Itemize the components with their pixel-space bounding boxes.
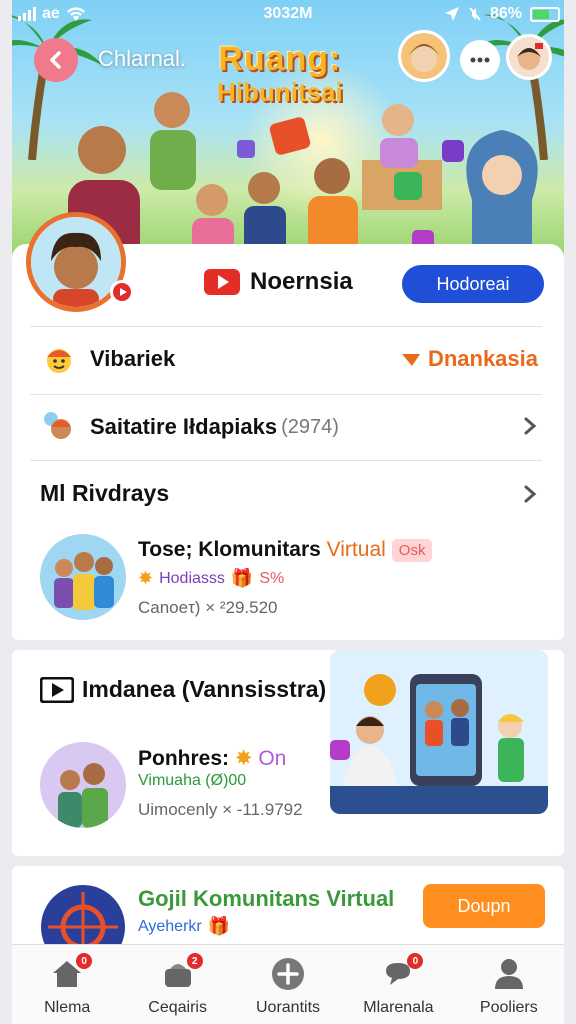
info-row-2-label: Saitatire Iłdapiaks (90, 414, 278, 439)
community-avatar[interactable] (40, 534, 126, 620)
person-icon (494, 959, 523, 989)
join-community-title: Gojil Komunitans Virtual (138, 886, 395, 911)
banner-title: Ruang: Hibunitsai (217, 40, 343, 108)
info-row-2[interactable]: Saitatire Iłdapiaks (2974) (40, 408, 339, 446)
battery-percent: 86% (489, 5, 522, 22)
app-screen: ae 3032M 86% Chlarnal. Ruang: Hibunitsai… (0, 0, 576, 1024)
nav-item-home[interactable]: 0 Nlema (12, 945, 122, 1024)
member-avatar[interactable] (40, 742, 126, 828)
section-title-1: Ml Rivdrays (40, 480, 170, 506)
status-badge: Osk (391, 538, 433, 562)
member-title[interactable]: Ponhres: ✸ On (138, 746, 286, 771)
user-avatar[interactable] (506, 34, 552, 80)
category-tag[interactable]: Dnankasia (400, 346, 538, 372)
battery-icon (530, 6, 560, 22)
nav-label: Mlarenala (363, 999, 434, 1016)
ellipsis-icon (470, 57, 490, 63)
category-tag-label: Dnankasia (427, 346, 538, 371)
chevron-right-icon[interactable] (522, 484, 538, 504)
nav-label: Uorantits (256, 999, 321, 1016)
notification-badge: 0 (407, 953, 424, 969)
nav-item-explore[interactable]: 2 Ceqairis (122, 945, 232, 1024)
divider (30, 460, 542, 461)
community-title-text: Tose; Klomunitars (138, 538, 321, 561)
community-subtitle: ✸ Hodiasss 🎁 S% (138, 568, 284, 589)
member-sub-label: Vimuaha (Ø)00 (138, 772, 247, 789)
join-community-sub: Ayeherkr 🎁 (138, 916, 230, 937)
section-title-2-text: Imdanea (Vannsisstra) (82, 676, 327, 702)
community-meta: Canoeτ) × ²29.520 (138, 598, 278, 617)
back-button[interactable] (34, 38, 78, 82)
sun-icon: ✸ (138, 568, 154, 588)
divider (30, 394, 542, 395)
location-icon (444, 7, 459, 21)
member-meta: Uimocenly × -11.9792 (138, 800, 303, 819)
join-button[interactable]: Doupn (423, 884, 545, 928)
subscribe-button[interactable]: Hodoreai (402, 265, 544, 303)
divider (30, 326, 542, 327)
community-sub-label: Hodiasss (159, 569, 225, 587)
nav-label: Ceqairis (148, 999, 207, 1016)
notification-badge: 2 (186, 953, 203, 969)
youtube-icon (204, 269, 240, 295)
nav-label: Pooliers (479, 999, 538, 1016)
banner-title-line1: Ruang: (218, 40, 342, 78)
info-row-1-label: Vibariek (90, 346, 176, 371)
person-bubble-icon (40, 408, 78, 446)
gift-icon: 🎁 (230, 568, 254, 588)
nav-item-messages[interactable]: 0 Mlarenala (343, 945, 453, 1024)
sun-icon: ✸ (234, 747, 253, 770)
nav-label: Nlema (44, 999, 91, 1016)
community-title[interactable]: Tose; Klomunitars Virtual Osk (138, 538, 433, 562)
arrow-tag-icon (401, 354, 420, 366)
community-sub-pct: S% (259, 569, 285, 587)
info-row-2-count: (2974) (281, 415, 339, 438)
status-bar: ae 3032M 86% (0, 0, 576, 30)
notification-badge: 0 (76, 953, 93, 969)
bottom-navigation: 0 Nlema 2 Ceqairis Uorantits 0 Mlarenala (12, 944, 564, 1024)
video-call-illustration (330, 650, 548, 814)
smiley-helmet-icon (40, 340, 78, 378)
avatar[interactable] (398, 30, 450, 82)
play-square-icon (40, 676, 74, 703)
banner-title-line2: Hibunitsai (217, 77, 343, 107)
gift-icon: 🎁 (207, 916, 231, 936)
community-title-accent: Virtual (326, 538, 386, 561)
arrow-left-icon (50, 51, 61, 69)
join-community-sub-label: Ayeherkr (138, 917, 202, 935)
plus-circle-icon (272, 958, 305, 990)
channel-label: Chlarnal. (98, 46, 187, 71)
live-badge-icon (110, 280, 134, 304)
platform-row: Noernsia (204, 268, 353, 296)
more-options-button[interactable] (460, 40, 500, 80)
info-row-1[interactable]: Vibariek (40, 340, 175, 378)
member-title-text: Ponhres: (138, 747, 230, 770)
member-title-accent: On (258, 747, 287, 770)
platform-name: Noernsia (250, 268, 353, 295)
chevron-right-icon[interactable] (522, 416, 538, 436)
nav-item-profile[interactable]: Pooliers (454, 945, 564, 1024)
section-title-2: Imdanea (Vannsisstra) (40, 676, 326, 703)
mute-icon (469, 7, 481, 21)
nav-item-create[interactable]: Uorantits (233, 945, 343, 1024)
